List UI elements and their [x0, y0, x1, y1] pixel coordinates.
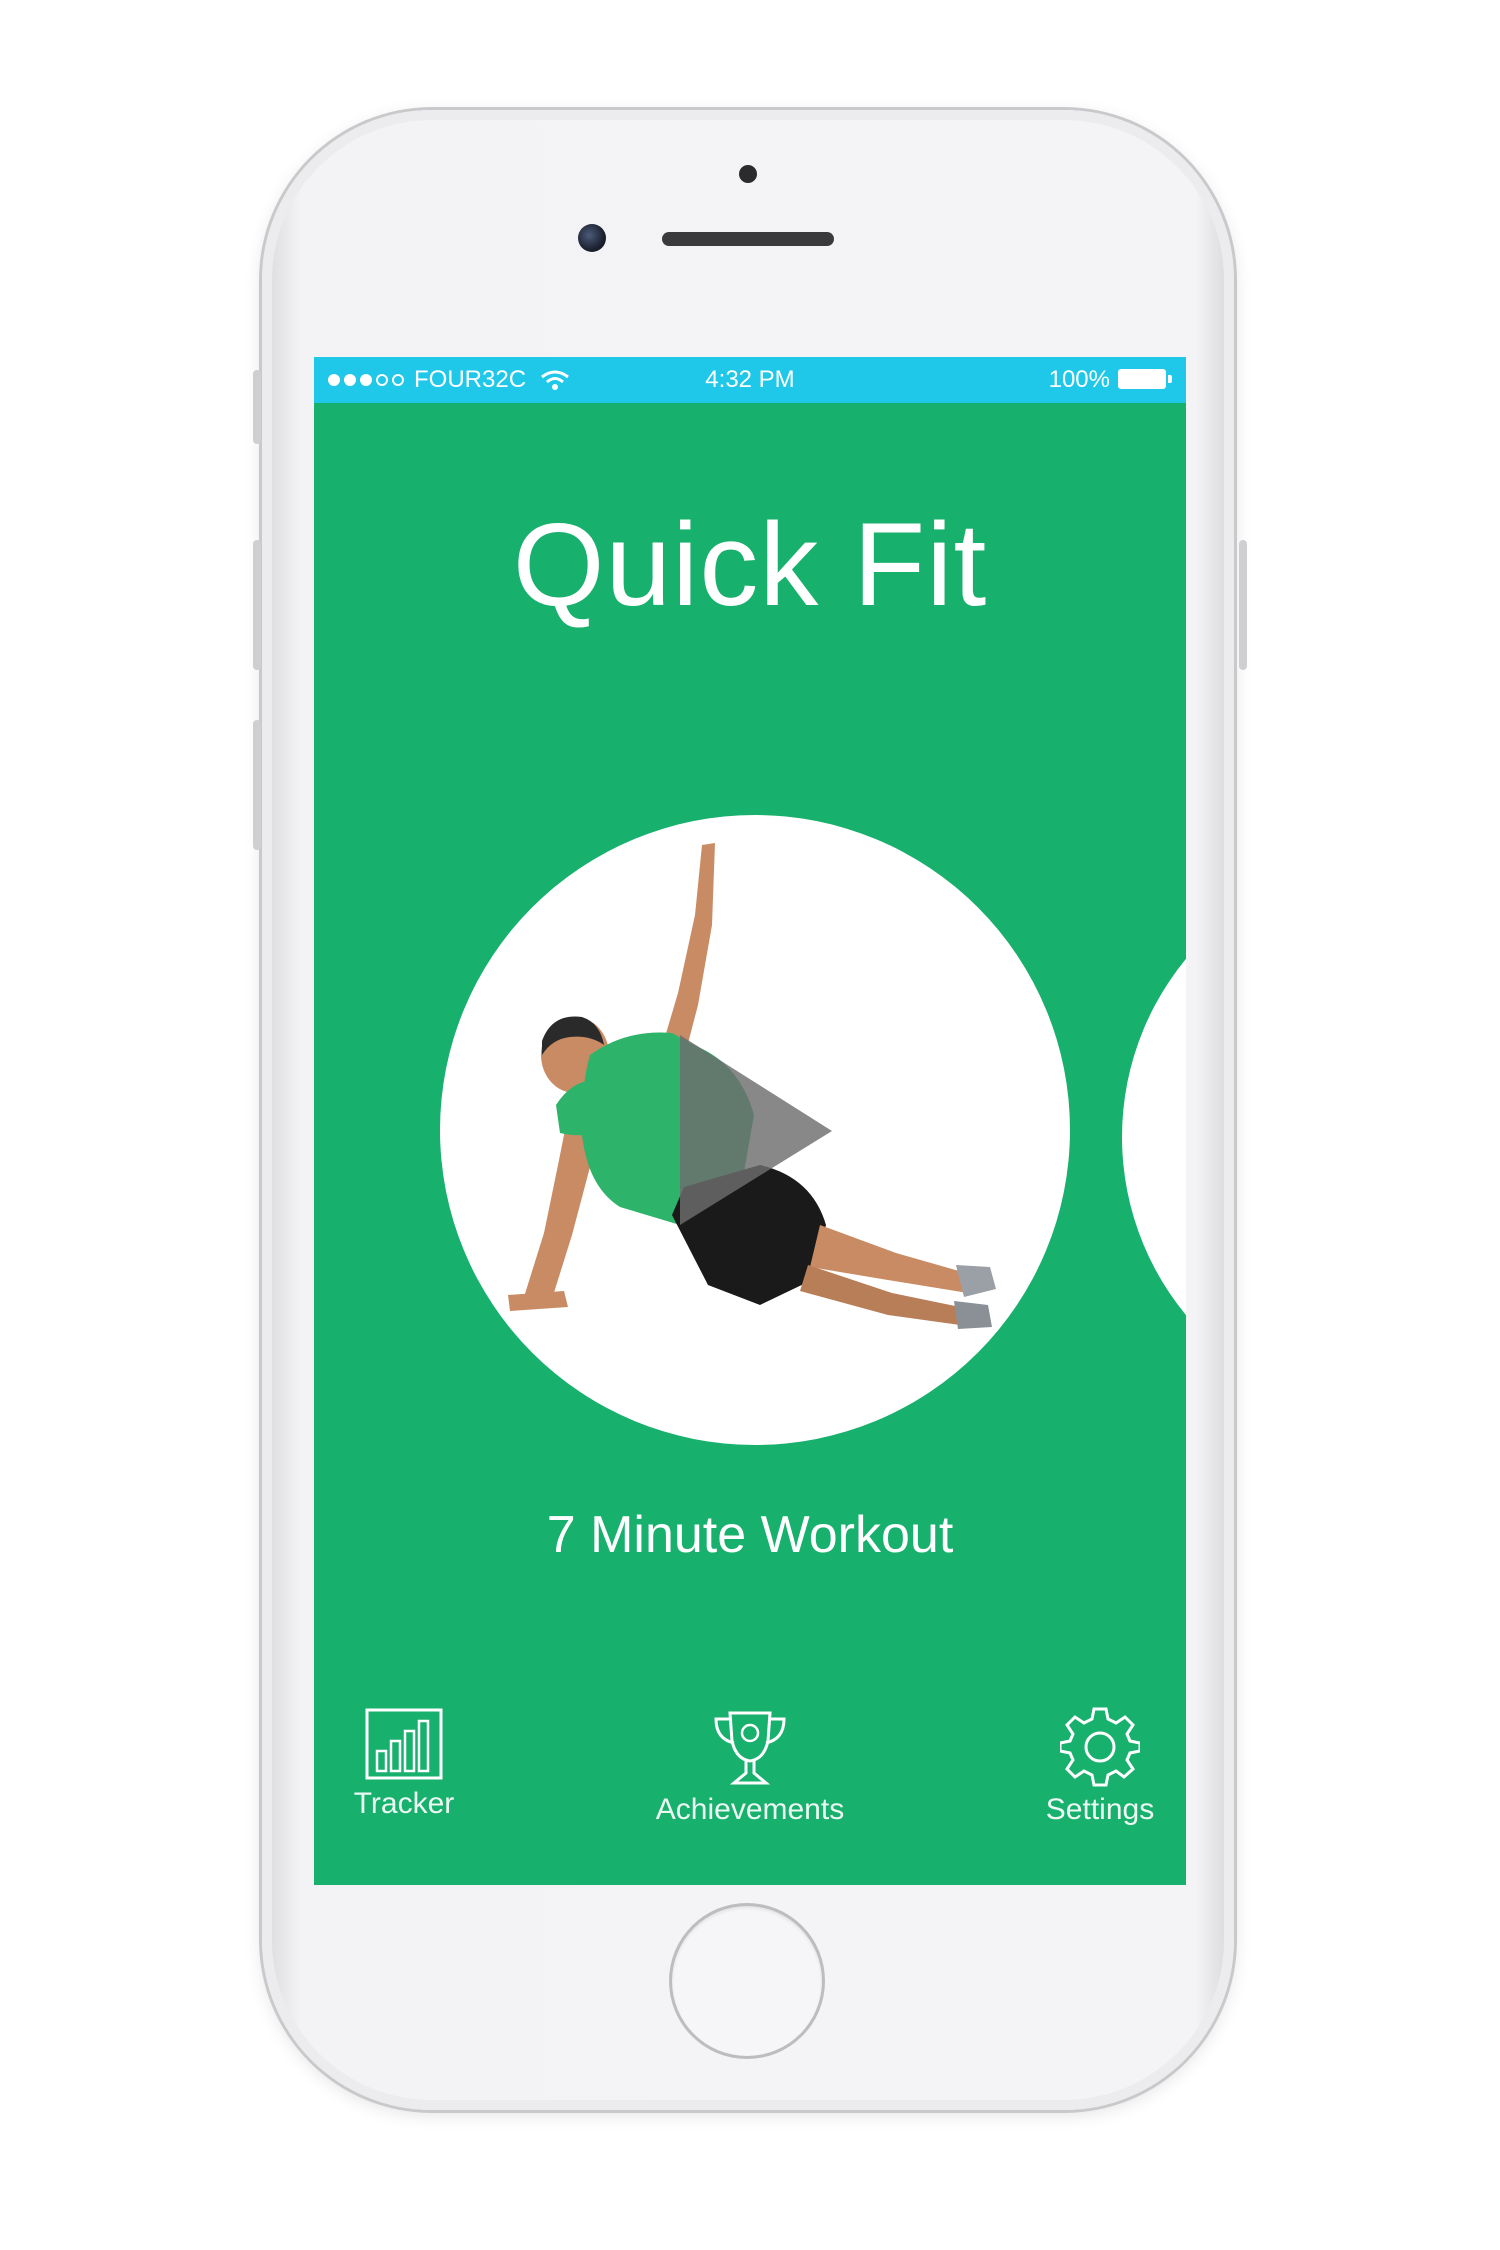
- volume-up-button: [253, 540, 261, 670]
- earpiece-speaker-icon: [662, 232, 834, 246]
- status-right: 100%: [1049, 366, 1172, 394]
- page-canvas: FOUR32C 4:32 PM 100% Quick Fit 7 Minute …: [0, 0, 1500, 2250]
- app-screen: FOUR32C 4:32 PM 100% Quick Fit 7 Minute …: [314, 357, 1186, 1885]
- play-icon[interactable]: [440, 815, 1070, 1445]
- bottom-tab-bar: Tracker Achievements Settings: [314, 1707, 1186, 1847]
- front-camera-icon: [578, 224, 606, 252]
- gear-icon: [1060, 1707, 1140, 1787]
- tab-achievements-label: Achievements: [655, 1793, 845, 1826]
- bar-chart-icon: [365, 1708, 443, 1780]
- battery-percent: 100%: [1048, 366, 1110, 393]
- app-title: Quick Fit: [512, 499, 988, 631]
- volume-down-button: [253, 720, 261, 850]
- home-button[interactable]: [672, 1906, 822, 2056]
- tab-settings[interactable]: Settings: [980, 1707, 1186, 1827]
- status-bar: FOUR32C 4:32 PM 100%: [314, 357, 1186, 403]
- power-button: [1239, 540, 1247, 670]
- next-workout-card[interactable]: [1122, 857, 1186, 1417]
- workout-card[interactable]: [440, 815, 1070, 1445]
- trophy-icon: [714, 1711, 786, 1785]
- tab-achievements[interactable]: Achievements: [630, 1707, 870, 1827]
- tab-settings-label: Settings: [1045, 1793, 1155, 1826]
- tab-tracker-label: Tracker: [353, 1787, 455, 1820]
- proximity-sensor-icon: [739, 165, 757, 183]
- mute-switch: [253, 370, 261, 444]
- workout-title[interactable]: 7 Minute Workout: [314, 1505, 1186, 1565]
- battery-icon: [1118, 369, 1172, 391]
- tab-tracker[interactable]: Tracker: [314, 1707, 524, 1821]
